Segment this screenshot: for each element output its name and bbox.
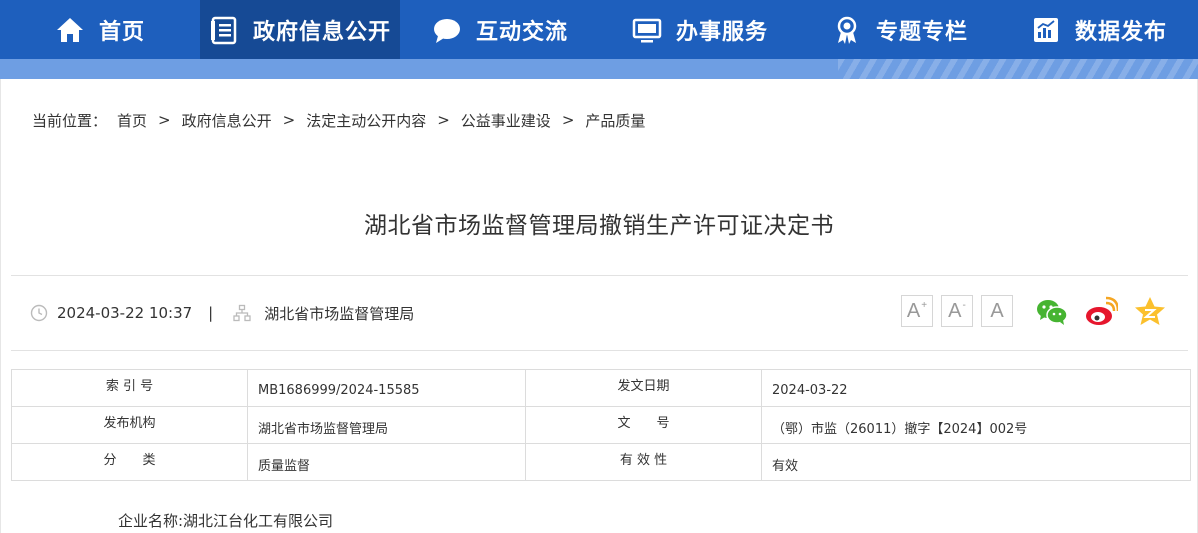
breadcrumb-gov-info[interactable]: 政府信息公开: [182, 110, 272, 131]
breadcrumb-separator: >: [282, 111, 296, 129]
bar-chart-icon: [1031, 15, 1061, 45]
nav-item-interaction[interactable]: 互动交流: [400, 0, 600, 59]
document-number-label: 文 号: [525, 406, 762, 444]
font-decrease-sup: -: [962, 299, 966, 311]
nav-item-label: 互动交流: [475, 19, 568, 45]
monitor-icon: [632, 15, 662, 45]
breadcrumb-public-welfare[interactable]: 公益事业建设: [461, 110, 551, 131]
issue-date-label: 发文日期: [525, 369, 762, 407]
nav-item-home[interactable]: 首页: [0, 0, 200, 59]
document-list-icon: [209, 15, 239, 45]
publisher-label: 发布机构: [11, 406, 248, 444]
nav-item-topics[interactable]: 专题专栏: [800, 0, 1000, 59]
issue-date-value: 2024-03-22: [761, 369, 1191, 407]
title-divider: [11, 275, 1188, 276]
chat-bubble-icon: [432, 15, 462, 45]
nav-item-gov-info[interactable]: 政府信息公开: [200, 0, 400, 59]
wechat-icon[interactable]: [1035, 295, 1069, 329]
nav-item-label: 办事服务: [675, 19, 768, 45]
award-ribbon-icon: [832, 15, 862, 45]
category-label: 分 类: [11, 443, 248, 481]
breadcrumb-statutory[interactable]: 法定主动公开内容: [306, 110, 426, 131]
breadcrumb: 当前位置： 首页 > 政府信息公开 > 法定主动公开内容 > 公益事业建设 > …: [32, 108, 645, 132]
font-reset-button[interactable]: A: [981, 295, 1013, 327]
home-icon: [55, 15, 85, 45]
breadcrumb-separator: >: [158, 111, 171, 129]
organization-icon: [233, 304, 251, 322]
category-value: 质量监督: [247, 443, 526, 481]
nav-item-label: 政府信息公开: [252, 19, 391, 45]
table-row: 发布机构 湖北省市场监督管理局 文 号 （鄂）市监（26011）撤字【2024】…: [11, 406, 1191, 444]
publisher-value: 湖北省市场监督管理局: [247, 406, 526, 444]
page-title: 湖北省市场监督管理局撤销生产许可证决定书: [364, 213, 834, 239]
frame-left-border: [0, 79, 1, 533]
breadcrumb-home[interactable]: 首页: [117, 110, 147, 131]
nav-item-services[interactable]: 办事服务: [600, 0, 800, 59]
breadcrumb-separator: >: [437, 111, 450, 129]
qzone-icon[interactable]: [1133, 295, 1167, 329]
index-number-label: 索 引 号: [11, 369, 248, 407]
document-info-table: 索 引 号 MB1686999/2024-15585 发文日期 2024-03-…: [11, 369, 1191, 481]
article-source: 湖北省市场监督管理局: [264, 304, 415, 323]
top-nav: 首页 政府信息公开 互动交流 办事服务 专题专栏 数据发布: [0, 0, 1198, 59]
meta-divider-line: [11, 350, 1188, 351]
nav-item-label: 数据发布: [1074, 19, 1167, 45]
validity-value: 有效: [761, 443, 1191, 481]
validity-label: 有 效 性: [525, 443, 762, 481]
nav-item-label: 首页: [98, 19, 145, 45]
font-decrease-button[interactable]: A-: [941, 295, 973, 327]
nav-item-data[interactable]: 数据发布: [1000, 0, 1198, 59]
font-decrease-label: A: [948, 299, 962, 322]
index-number-value: MB1686999/2024-15585: [247, 369, 526, 407]
table-row: 索 引 号 MB1686999/2024-15585 发文日期 2024-03-…: [11, 369, 1191, 407]
breadcrumb-separator: >: [561, 111, 575, 129]
breadcrumb-product-quality[interactable]: 产品质量: [585, 110, 645, 131]
weibo-icon[interactable]: [1084, 295, 1118, 329]
font-reset-label: A: [990, 299, 1004, 322]
nav-item-label: 专题专栏: [875, 19, 968, 45]
document-number-value: （鄂）市监（26011）撤字【2024】002号: [761, 406, 1191, 444]
nav-sub-band: [0, 59, 1198, 79]
publish-date: 2024-03-22 10:37: [57, 304, 193, 322]
clock-icon: [30, 304, 48, 322]
font-increase-button[interactable]: A +: [901, 295, 933, 327]
font-increase-label: A: [906, 299, 921, 322]
breadcrumb-prefix: 当前位置：: [32, 111, 108, 130]
table-row: 分 类 质量监督 有 效 性 有效: [11, 443, 1191, 481]
article-meta: 2024-03-22 10:37 | 湖北省市场监督管理局: [30, 300, 414, 326]
article-body-first-line: 企业名称:湖北江台化工有限公司: [118, 512, 334, 530]
meta-divider: |: [208, 304, 214, 322]
font-increase-sup: +: [921, 299, 928, 311]
